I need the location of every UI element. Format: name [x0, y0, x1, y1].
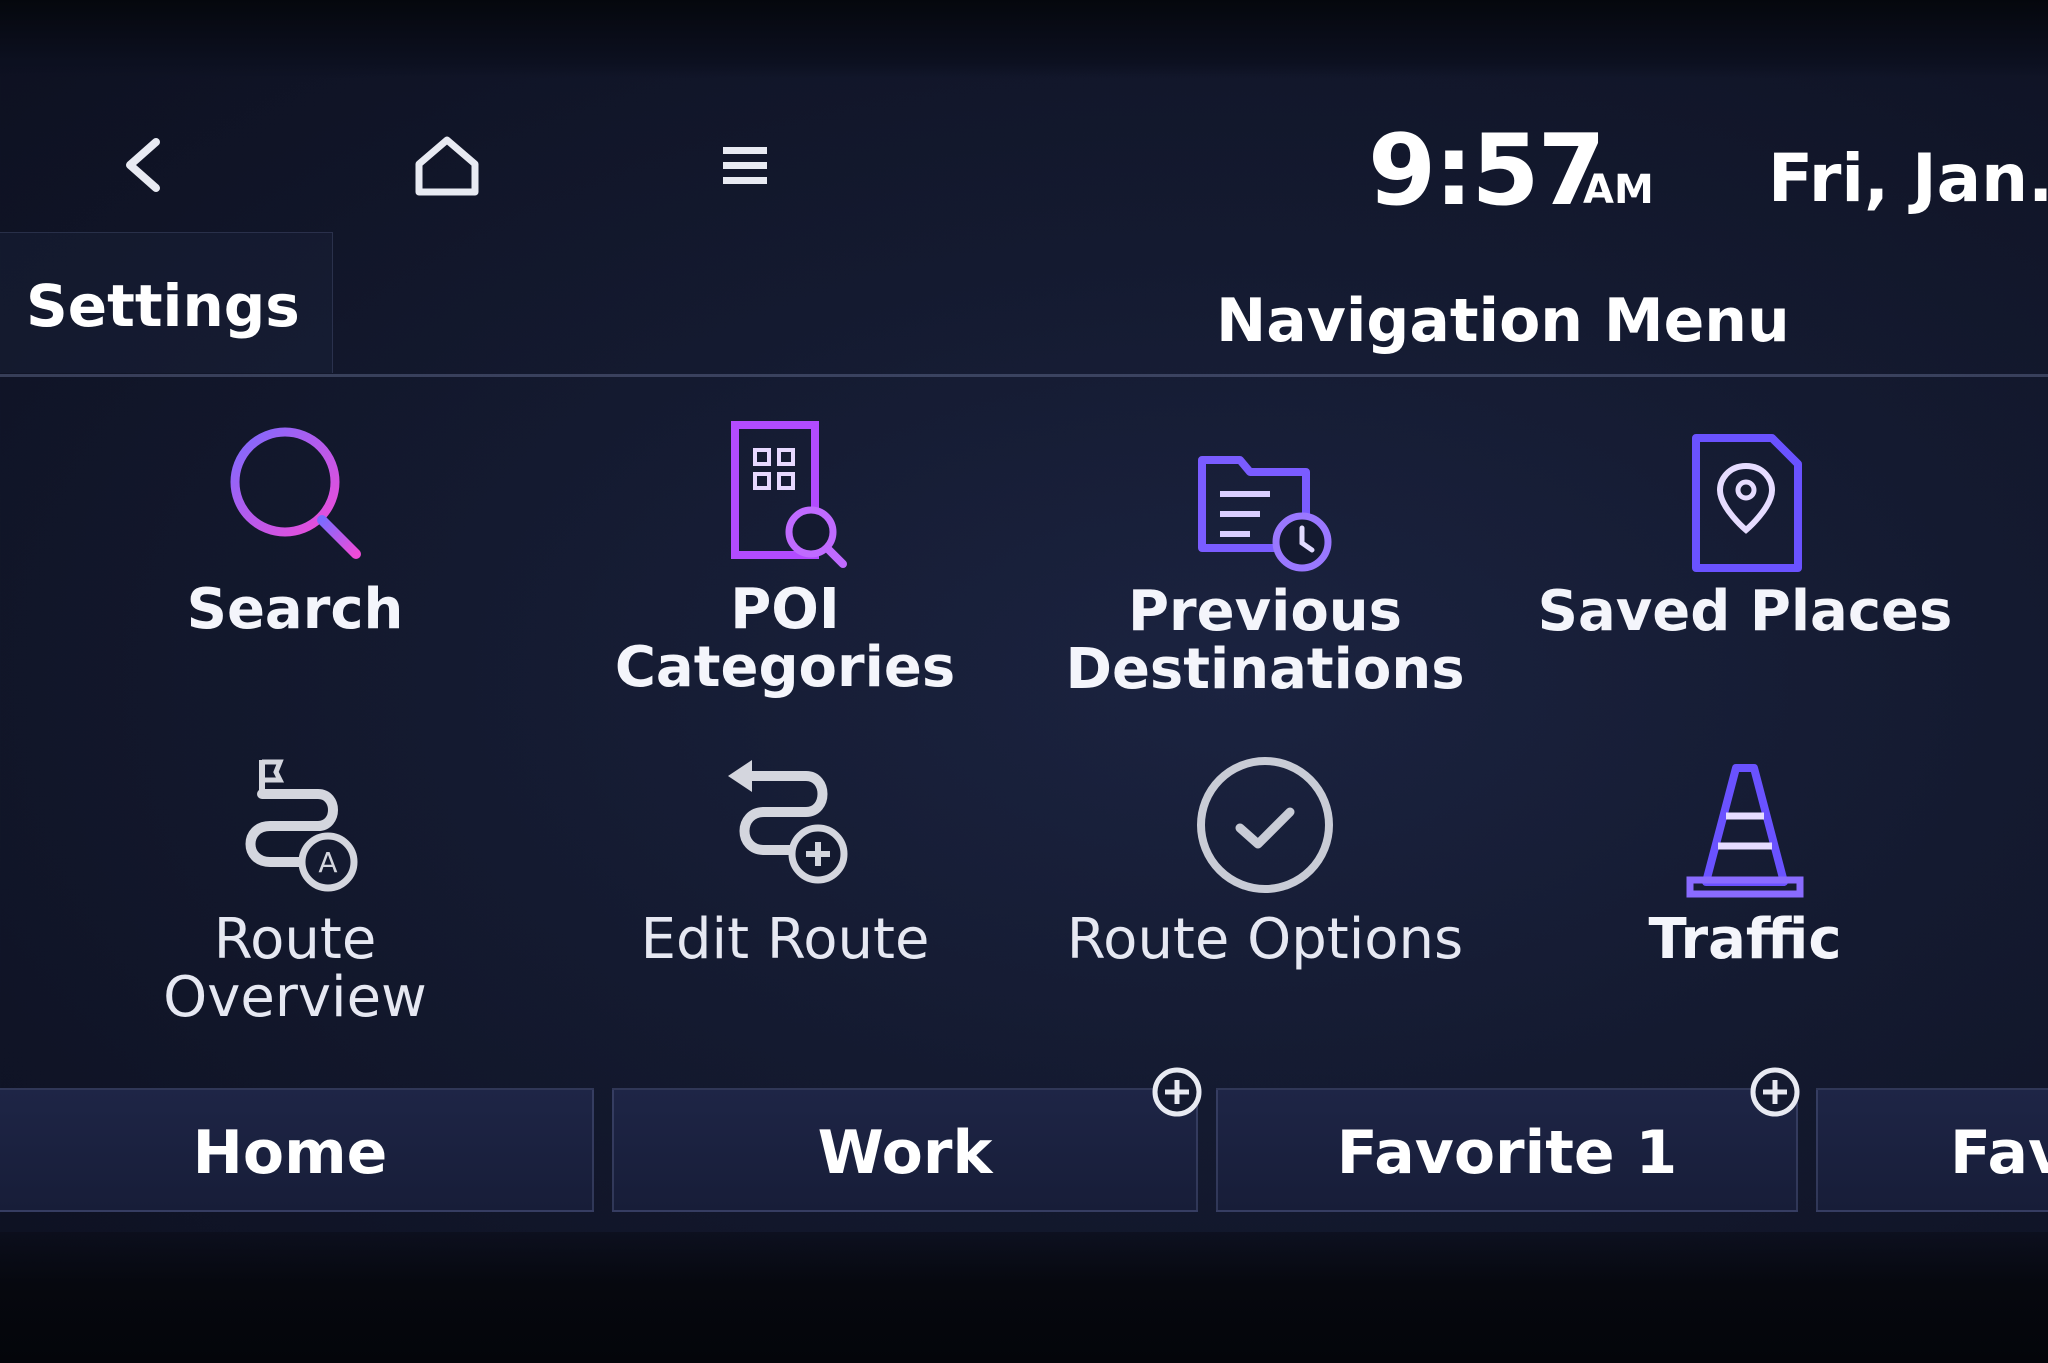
route-options-icon	[1197, 757, 1333, 893]
previous-destinations-icon	[1198, 456, 1332, 572]
menu-item-label: Traffic	[1648, 907, 1842, 972]
add-favorite-icon[interactable]	[1748, 1065, 1802, 1119]
date-label: Fri, Jan.	[1768, 140, 2048, 217]
menu-item-label-line1: POI	[730, 577, 840, 642]
menu-item-label: Edit Route	[640, 907, 930, 972]
quick-favorite-2-label: Fav	[1950, 1118, 2048, 1188]
screen: 9:57 AM Fri, Jan. Settings Navigation Me…	[0, 0, 2048, 1363]
clock-ampm: AM	[1583, 167, 1654, 213]
header-divider	[0, 374, 2048, 377]
menu-item-label: Saved Places	[1537, 579, 1953, 644]
menu-item-label-line2: Destinations	[1065, 637, 1465, 702]
settings-label[interactable]: Settings	[26, 272, 300, 340]
poi-categories-icon	[731, 421, 847, 568]
top-bezel	[0, 0, 2048, 78]
back-button[interactable]	[88, 120, 198, 210]
menu-item-traffic[interactable]: Traffic	[1535, 750, 1955, 1050]
quick-work-label: Work	[817, 1118, 993, 1188]
menu-item-route-overview[interactable]: A Route Overview	[85, 750, 505, 1050]
menu-item-search[interactable]: Search	[85, 420, 505, 720]
bottom-bezel	[0, 1232, 2048, 1363]
add-work-icon[interactable]	[1150, 1065, 1204, 1119]
menu-item-edit-route[interactable]: Edit Route	[575, 750, 995, 1050]
svg-text:A: A	[318, 846, 337, 879]
quick-home-label: Home	[192, 1118, 388, 1188]
menu-item-label-line1: Route	[213, 907, 377, 972]
menu-item-label: Search	[186, 577, 404, 642]
hamburger-menu-icon	[723, 147, 767, 184]
chevron-left-icon	[126, 138, 160, 192]
edit-route-icon	[728, 760, 848, 884]
clock-time: 9:57	[1368, 114, 1606, 228]
menu-item-saved-places[interactable]: Saved Places	[1535, 420, 1955, 720]
menu-item-label-line1: Previous	[1127, 579, 1402, 644]
home-button[interactable]	[392, 120, 502, 210]
quick-favorite-1-label: Favorite 1	[1336, 1118, 1678, 1188]
traffic-cone-icon	[1686, 764, 1804, 898]
menu-item-label-line2: Overview	[163, 965, 427, 1030]
home-icon	[415, 136, 479, 196]
saved-places-icon	[1692, 434, 1802, 572]
route-overview-icon: A	[245, 759, 358, 892]
menu-item-route-options[interactable]: Route Options	[1055, 750, 1475, 1050]
menu-button[interactable]	[690, 120, 800, 210]
menu-item-poi-categories[interactable]: POI Categories	[575, 420, 995, 720]
search-icon	[230, 427, 361, 559]
menu-item-label: Route Options	[1066, 907, 1464, 972]
page-title: Navigation Menu	[1216, 286, 1790, 356]
menu-item-label-line2: Categories	[614, 635, 956, 700]
menu-item-previous-destinations[interactable]: Previous Destinations	[1055, 420, 1475, 720]
